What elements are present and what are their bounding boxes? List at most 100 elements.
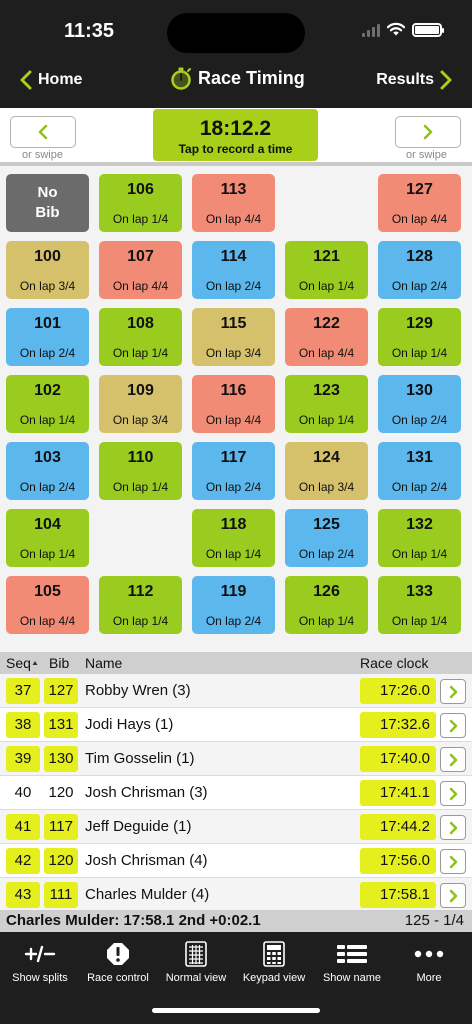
bib-tile[interactable]: 127 On lap 4/4 — [378, 174, 461, 232]
bib-tile[interactable]: 112 On lap 1/4 — [99, 576, 182, 634]
bib-cell: 130 — [44, 746, 78, 772]
table-row[interactable]: 40 120 Josh Chrisman (3) 17:41.1 — [0, 776, 472, 810]
bib-tile[interactable]: 113 On lap 4/4 — [192, 174, 275, 232]
bib-tile[interactable]: 119 On lap 2/4 — [192, 576, 275, 634]
lap-status: On lap 1/4 — [112, 614, 169, 628]
bib-tile[interactable]: 110 On lap 1/4 — [99, 442, 182, 500]
lap-status: On lap 1/4 — [298, 413, 355, 427]
results-list: 37 127 Robby Wren (3) 17:26.0 38 131 Jod… — [0, 674, 472, 912]
bib-tile[interactable]: 107 On lap 4/4 — [99, 241, 182, 299]
lap-status: On lap 2/4 — [205, 480, 262, 494]
name-cell: Josh Chrisman (3) — [85, 784, 208, 801]
bib-tile[interactable]: 126 On lap 1/4 — [285, 576, 368, 634]
bib-tile[interactable]: 108 On lap 1/4 — [99, 308, 182, 366]
chevron-right-icon — [449, 719, 457, 732]
seq-header[interactable]: Seq — [6, 655, 38, 671]
table-row[interactable]: 38 131 Jodi Hays (1) 17:32.6 — [0, 708, 472, 742]
bib-tile[interactable]: 124 On lap 3/4 — [285, 442, 368, 500]
cellular-signal-icon — [362, 23, 380, 37]
seq-cell: 39 — [6, 746, 40, 772]
keypad-view-button[interactable]: Keypad view — [234, 940, 314, 984]
next-button[interactable] — [395, 116, 461, 148]
timer-clock: 18:12.2 — [199, 117, 272, 140]
bib-tile[interactable]: 103 On lap 2/4 — [6, 442, 89, 500]
seq-cell: 42 — [6, 848, 40, 874]
bib-tile[interactable]: 117 On lap 2/4 — [192, 442, 275, 500]
race-control-button[interactable]: Race control — [78, 940, 158, 984]
lap-status: On lap 1/4 — [205, 547, 262, 561]
plus-minus-icon — [24, 945, 56, 963]
bib-tile[interactable]: 129 On lap 1/4 — [378, 308, 461, 366]
bib-tile[interactable]: 128 On lap 2/4 — [378, 241, 461, 299]
table-row[interactable]: 43 111 Charles Mulder (4) 17:58.1 — [0, 878, 472, 912]
bib-tile[interactable]: 116 On lap 4/4 — [192, 375, 275, 433]
row-detail-button[interactable] — [440, 713, 466, 738]
record-time-button[interactable]: 18:12.2 Tap to record a time — [153, 109, 318, 161]
bib-tile[interactable]: 105 On lap 4/4 — [6, 576, 89, 634]
lap-status: On lap 1/4 — [19, 413, 76, 427]
table-row[interactable]: 39 130 Tim Gosselin (1) 17:40.0 — [0, 742, 472, 776]
seq-header-label: Seq — [6, 655, 31, 671]
bib-tile[interactable]: 104 On lap 1/4 — [6, 509, 89, 567]
lap-status: On lap 4/4 — [205, 413, 262, 427]
battery-icon — [412, 22, 444, 37]
show-splits-button[interactable]: Show splits — [0, 940, 80, 984]
more-button[interactable]: More — [389, 940, 469, 984]
bib-tile[interactable]: 133 On lap 1/4 — [378, 576, 461, 634]
bib-tile[interactable]: 100 On lap 3/4 — [6, 241, 89, 299]
previous-button[interactable] — [10, 116, 76, 148]
bib-tile[interactable]: 131 On lap 2/4 — [378, 442, 461, 500]
bib-tile[interactable]: 102 On lap 1/4 — [6, 375, 89, 433]
lap-status: On lap 3/4 — [205, 346, 262, 360]
wifi-icon — [386, 22, 406, 36]
bib-tile[interactable]: 121 On lap 1/4 — [285, 241, 368, 299]
table-row[interactable]: 41 117 Jeff Deguide (1) 17:44.2 — [0, 810, 472, 844]
chevron-right-icon — [423, 124, 433, 140]
bib-number: 110 — [127, 449, 154, 466]
name-cell: Jeff Deguide (1) — [85, 818, 192, 835]
show-name-button[interactable]: Show name — [312, 940, 392, 984]
normal-view-button[interactable]: Normal view — [156, 940, 236, 984]
bib-cell: 120 — [44, 848, 78, 874]
table-row[interactable]: 37 127 Robby Wren (3) 17:26.0 — [0, 674, 472, 708]
bib-tile[interactable]: 125 On lap 2/4 — [285, 509, 368, 567]
no-bib-button[interactable]: No Bib — [6, 174, 89, 232]
show-splits-label: Show splits — [12, 972, 68, 984]
bib-tile[interactable]: 130 On lap 2/4 — [378, 375, 461, 433]
page-title: Race Timing — [170, 66, 305, 90]
bib-tile[interactable]: 115 On lap 3/4 — [192, 308, 275, 366]
summary-position: 125 - 1/4 — [404, 912, 464, 929]
bib-tile[interactable]: 122 On lap 4/4 — [285, 308, 368, 366]
table-row[interactable]: 42 120 Josh Chrisman (4) 17:56.0 — [0, 844, 472, 878]
swipe-hint-left: or swipe — [22, 149, 63, 161]
results-table-header: Seq Bib Name Race clock — [0, 652, 472, 674]
row-detail-button[interactable] — [440, 849, 466, 874]
bib-tile[interactable]: 123 On lap 1/4 — [285, 375, 368, 433]
timer-controls: or swipe 18:12.2 Tap to record a time or… — [0, 108, 472, 166]
no-bib-line2: Bib — [35, 204, 60, 221]
bib-tile[interactable]: 118 On lap 1/4 — [192, 509, 275, 567]
bib-number: 108 — [127, 315, 154, 332]
row-detail-button[interactable] — [440, 747, 466, 772]
bib-tile[interactable]: 106 On lap 1/4 — [99, 174, 182, 232]
bib-number: 116 — [220, 382, 247, 399]
row-detail-button[interactable] — [440, 815, 466, 840]
bib-number: 131 — [406, 449, 433, 466]
bib-tile[interactable]: 114 On lap 2/4 — [192, 241, 275, 299]
bib-tile[interactable]: 109 On lap 3/4 — [99, 375, 182, 433]
lap-status: On lap 1/4 — [391, 547, 448, 561]
bib-header[interactable]: Bib — [49, 655, 69, 671]
bib-cell: 127 — [44, 678, 78, 704]
lap-status: On lap 3/4 — [112, 413, 169, 427]
race-clock-header[interactable]: Race clock — [360, 655, 428, 671]
name-header[interactable]: Name — [85, 655, 122, 671]
bib-tile[interactable]: 101 On lap 2/4 — [6, 308, 89, 366]
home-back-button[interactable]: Home — [20, 70, 82, 90]
results-button[interactable]: Results — [376, 70, 452, 90]
lap-status: On lap 2/4 — [19, 480, 76, 494]
bib-number: 118 — [220, 516, 247, 533]
row-detail-button[interactable] — [440, 883, 466, 908]
bib-tile[interactable]: 132 On lap 1/4 — [378, 509, 461, 567]
row-detail-button[interactable] — [440, 679, 466, 704]
row-detail-button[interactable] — [440, 781, 466, 806]
